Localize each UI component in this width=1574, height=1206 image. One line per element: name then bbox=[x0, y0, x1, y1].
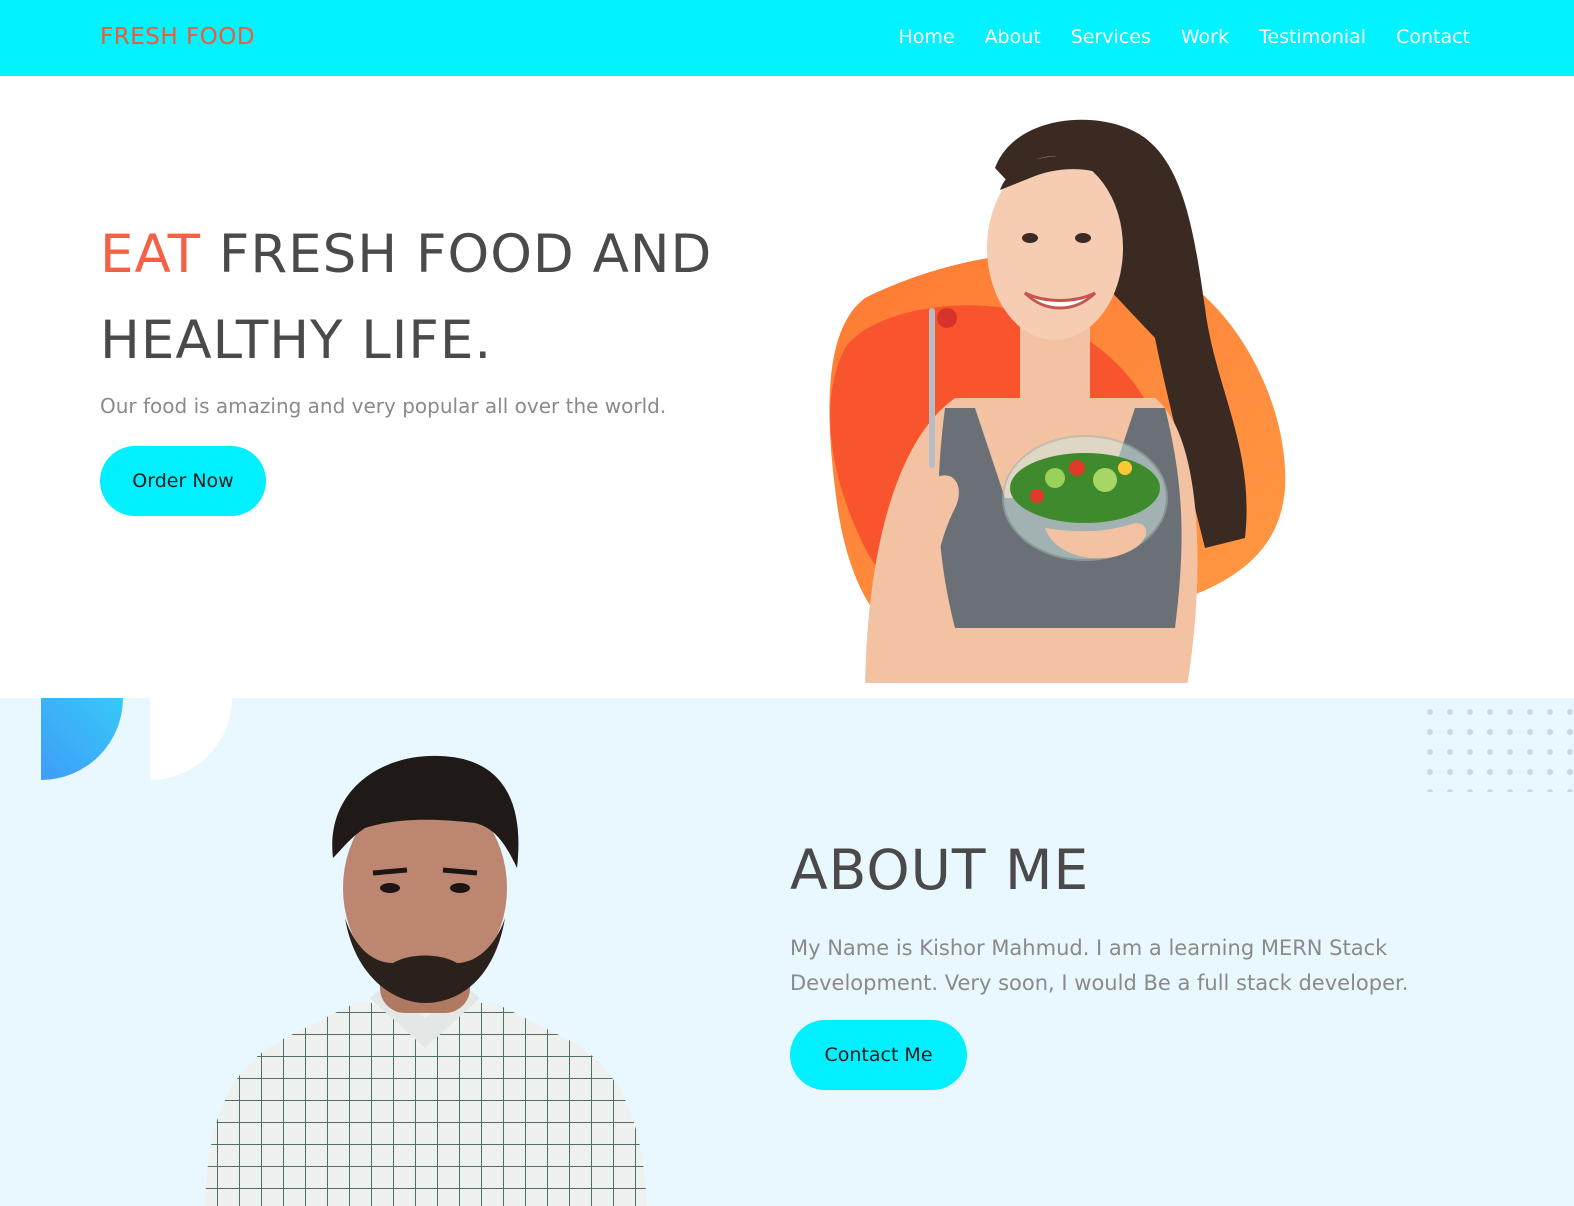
about-title: ABOUT ME bbox=[790, 838, 1090, 902]
hero-woman-eating-salad-image bbox=[829, 119, 1286, 683]
navbar: FRESH FOOD Home About Services Work Test… bbox=[0, 0, 1574, 76]
hero-title-accent: EAT bbox=[100, 224, 202, 285]
nav-link-services[interactable]: Services bbox=[1071, 26, 1151, 48]
contact-me-button[interactable]: Contact Me bbox=[790, 1020, 967, 1090]
nav-link-about[interactable]: About bbox=[985, 26, 1041, 48]
brand-logo[interactable]: FRESH FOOD bbox=[100, 24, 255, 50]
nav-link-home[interactable]: Home bbox=[898, 26, 954, 48]
nav-link-testimonial[interactable]: Testimonial bbox=[1259, 26, 1366, 48]
hero-section: EAT FRESH FOOD AND HEALTHY LIFE. Our foo… bbox=[0, 76, 1574, 698]
about-portrait-image bbox=[205, 755, 647, 1206]
order-now-button[interactable]: Order Now bbox=[100, 446, 266, 516]
hero-subtitle: Our food is amazing and very popular all… bbox=[100, 394, 667, 418]
nav-link-work[interactable]: Work bbox=[1181, 26, 1229, 48]
main-nav: Home About Services Work Testimonial Con… bbox=[898, 26, 1470, 48]
quarter-circle-decoration-blue bbox=[41, 698, 123, 780]
dot-grid-decoration bbox=[1427, 709, 1573, 792]
about-section: ABOUT ME My Name is Kishor Mahmud. I am … bbox=[0, 698, 1574, 1206]
hero-title: EAT FRESH FOOD AND HEALTHY LIFE. bbox=[100, 212, 780, 384]
nav-link-contact[interactable]: Contact bbox=[1396, 26, 1470, 48]
about-description: My Name is Kishor Mahmud. I am a learnin… bbox=[790, 936, 1409, 995]
